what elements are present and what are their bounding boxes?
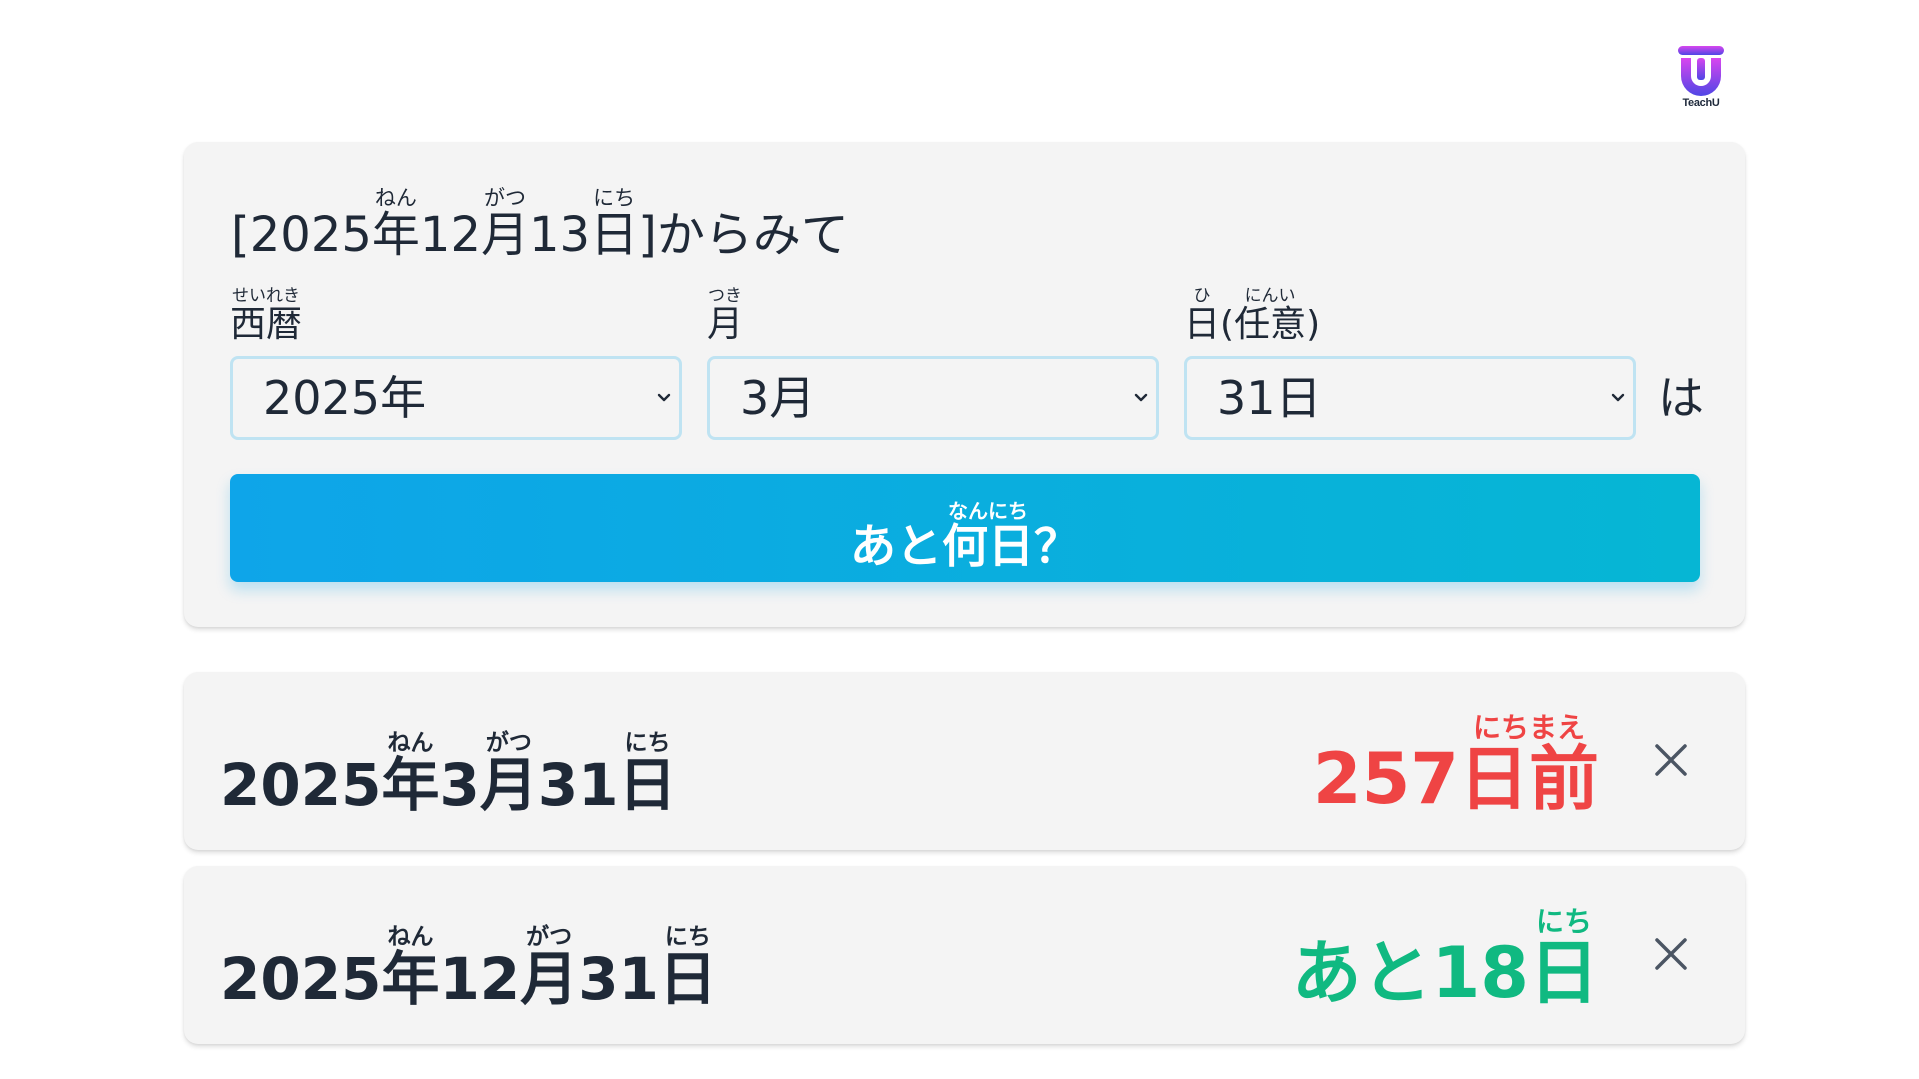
year-select-value: 2025年 [263,371,427,425]
logo-text: TeachU [1682,97,1720,109]
heading-day-kanji: 日にち [590,186,639,263]
year-select[interactable]: 2025年 [230,356,682,440]
date-form-card: [2025年ねん12月がつ13日にち]からみて 西暦せいれき 月つき 日ひ(任意… [184,142,1745,627]
day-select-value: 31日 [1217,371,1322,425]
heading-year-kanji: 年ねん [371,186,420,263]
heading-month: 12 [419,207,481,263]
days-difference-future: あと18日にち [1291,905,1599,1014]
month-select[interactable]: 3月 [707,356,1159,440]
heading-day: 13 [529,207,591,263]
teachu-logo[interactable]: TeachU [1673,44,1729,112]
chevron-down-icon [1611,393,1625,402]
calculate-days-button[interactable]: あと何日なんにち？ [230,474,1700,582]
calculate-days-label: あと何日なんにち？ [850,499,1080,573]
result-card: 2025年ねん3月がつ31日にち 257日前にちまえ [184,672,1745,850]
heading-month-kanji: 月がつ [480,186,529,263]
close-icon[interactable] [1647,930,1695,978]
month-label: 月つき [707,286,744,345]
month-select-value: 3月 [740,371,816,425]
result-date: 2025年ねん12月がつ31日にち [220,924,717,1013]
heading-year: 2025 [249,207,372,263]
year-label: 西暦せいれき [230,286,303,345]
result-card: 2025年ねん12月がつ31日にち あと18日にち [184,866,1745,1044]
page: TeachU [2025年ねん12月がつ13日にち]からみて 西暦せいれき 月つ… [0,0,1919,1079]
close-icon[interactable] [1647,736,1695,784]
heading-suffix: ]からみて [638,207,849,263]
chevron-down-icon [657,393,671,402]
logo-mark-icon [1678,46,1724,96]
base-date-heading: [2025年ねん12月がつ13日にち]からみて [231,186,849,259]
heading-bracket-open: [ [231,207,250,263]
chevron-down-icon [1134,393,1148,402]
day-select[interactable]: 31日 [1184,356,1636,440]
day-label: 日ひ(任意にんい) [1184,286,1321,345]
suffix-wa: は [1658,371,1704,425]
result-date: 2025年ねん3月がつ31日にち [220,730,677,819]
days-difference-past: 257日前にちまえ [1312,711,1599,820]
